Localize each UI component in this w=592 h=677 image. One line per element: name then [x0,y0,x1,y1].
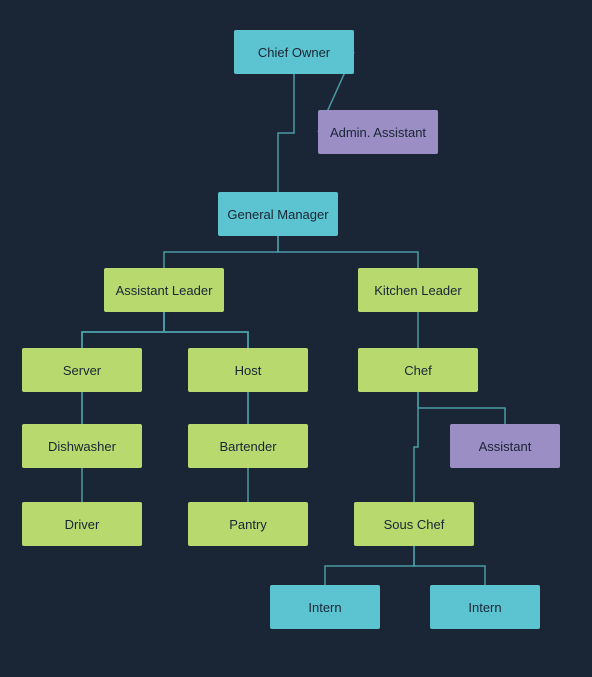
node-host: Host [188,348,308,392]
node-server: Server [22,348,142,392]
node-chief-owner: Chief Owner [234,30,354,74]
node-pantry: Pantry [188,502,308,546]
node-dishwasher: Dishwasher [22,424,142,468]
org-chart: Chief Owner Admin. Assistant General Manag… [0,0,592,677]
node-general-manager: General Manager [218,192,338,236]
node-chef: Chef [358,348,478,392]
node-assistant: Assistant [450,424,560,468]
node-sous-chef: Sous Chef [354,502,474,546]
node-admin-assistant: Admin. Assistant [318,110,438,154]
node-kitchen-leader: Kitchen Leader [358,268,478,312]
node-bartender: Bartender [188,424,308,468]
node-driver: Driver [22,502,142,546]
connectors-svg [0,0,592,677]
node-intern1: Intern [270,585,380,629]
node-intern2: Intern [430,585,540,629]
node-assistant-leader: Assistant Leader [104,268,224,312]
